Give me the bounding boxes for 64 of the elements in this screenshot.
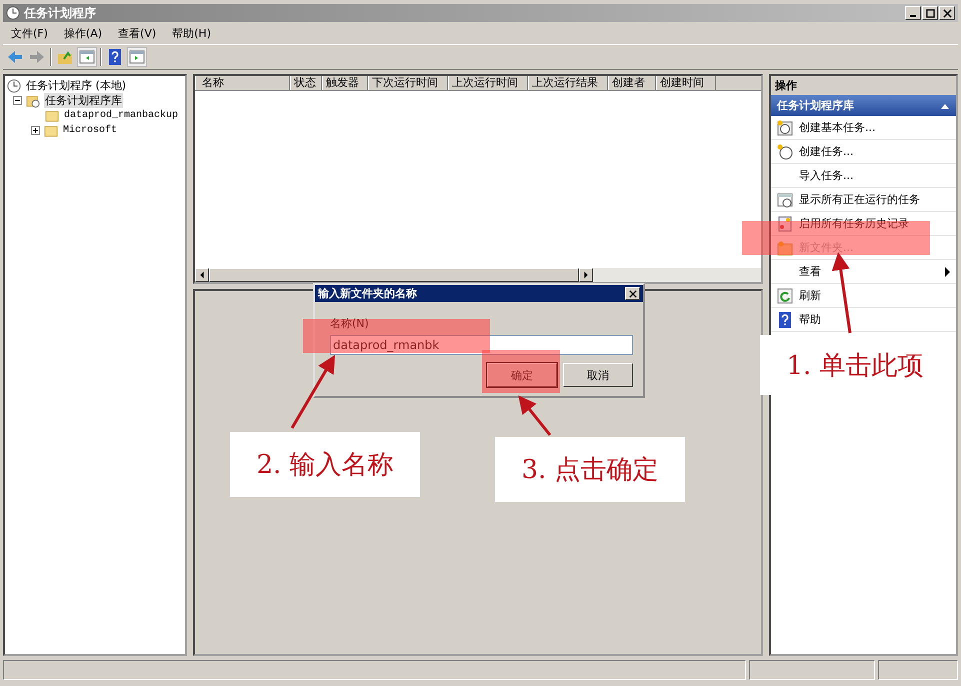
field-label: 名称(N) <box>330 316 370 331</box>
help-icon <box>777 312 793 328</box>
tree-item[interactable]: Microsoft <box>62 125 118 136</box>
scroll-right-icon[interactable] <box>579 268 593 282</box>
column-header[interactable]: 上次运行时间 <box>448 76 528 90</box>
annotation-arrow <box>518 395 552 436</box>
clock-icon <box>7 78 21 92</box>
menu-item[interactable]: 文件(F) <box>11 26 48 40</box>
document-icon <box>777 216 793 232</box>
column-header[interactable]: 上次运行结果 <box>528 76 608 90</box>
column-header[interactable]: 状态 <box>290 76 322 90</box>
dialog-button[interactable]: 取消 <box>563 363 633 387</box>
help-icon[interactable] <box>106 48 124 66</box>
dialog-title: 输入新文件夹的名称 <box>318 286 417 301</box>
minimize-button[interactable] <box>905 6 921 20</box>
folder-clock-icon <box>26 94 40 108</box>
window-title: 任务计划程序 <box>24 4 96 22</box>
tree-item[interactable]: 任务计划程序 (本地) <box>25 78 128 93</box>
collapse-toggle[interactable] <box>13 96 22 105</box>
action-item[interactable]: 查看 <box>771 260 956 284</box>
action-item[interactable]: 启用所有任务历史记录 <box>771 212 956 236</box>
action-item[interactable]: 创建任务... <box>771 140 956 164</box>
horizontal-scrollbar[interactable] <box>195 268 761 282</box>
submenu-arrow-icon <box>945 266 950 276</box>
panel-icon[interactable] <box>128 48 146 66</box>
callout-label: 2. 输入名称 <box>230 432 420 497</box>
menu-item[interactable]: 操作(A) <box>64 26 102 40</box>
panel-heading: 操作 <box>771 76 956 95</box>
section-header[interactable]: 任务计划程序库 <box>771 95 956 116</box>
column-header[interactable]: 名称 <box>195 76 290 90</box>
close-button[interactable] <box>939 6 955 20</box>
column-header[interactable]: 下次运行时间 <box>368 76 448 90</box>
menu-item[interactable]: 帮助(H) <box>172 26 211 40</box>
action-item[interactable]: 创建基本任务... <box>771 116 956 140</box>
folder-icon <box>45 108 59 122</box>
calendar-clock-icon <box>777 120 793 136</box>
action-item[interactable]: 显示所有正在运行的任务 <box>771 188 956 212</box>
close-icon <box>942 8 952 18</box>
folder-icon <box>777 240 793 256</box>
column-header[interactable]: 创建者 <box>608 76 656 90</box>
menu-item[interactable]: 查看(V) <box>118 26 156 40</box>
action-item[interactable]: 帮助 <box>771 308 956 332</box>
column-header[interactable]: 触发器 <box>322 76 368 90</box>
action-item[interactable]: 刷新 <box>771 284 956 308</box>
tree-item[interactable]: dataprod_rmanbackup <box>63 110 180 121</box>
column-header[interactable]: 创建时间 <box>656 76 716 90</box>
panel-icon[interactable] <box>78 48 96 66</box>
callout-label: 3. 点击确定 <box>495 437 685 502</box>
clock-icon <box>777 144 793 160</box>
close-button[interactable] <box>625 287 640 300</box>
expand-toggle[interactable] <box>31 126 40 135</box>
minimize-icon <box>910 15 916 17</box>
scroll-thumb[interactable] <box>209 268 579 282</box>
close-icon <box>628 290 636 298</box>
maximize-button[interactable] <box>922 6 938 20</box>
maximize-icon <box>926 8 934 18</box>
clock-icon <box>6 6 20 20</box>
scroll-left-icon[interactable] <box>195 268 209 282</box>
tree-item[interactable]: 任务计划程序库 <box>44 93 123 108</box>
folder-icon <box>44 124 58 138</box>
window-clock-icon <box>777 192 793 208</box>
name-input-field[interactable]: dataprod_rmanbk <box>330 335 633 355</box>
action-item[interactable]: 导入任务... <box>771 164 956 188</box>
refresh-icon <box>777 288 793 304</box>
